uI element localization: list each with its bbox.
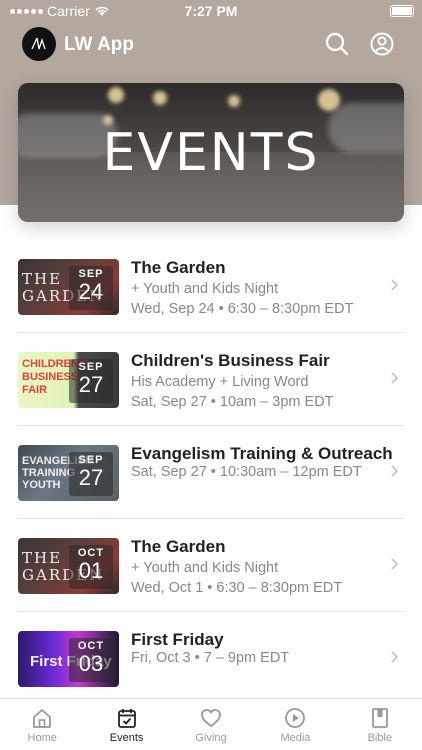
- status-bar: Carrier 7:27 PM: [0, 0, 422, 22]
- event-subtitle: His Academy + Living Word: [131, 374, 309, 390]
- home-icon: [33, 709, 52, 728]
- clock: 7:27 PM: [184, 3, 238, 19]
- event-title: Children's Business Fair: [131, 351, 330, 370]
- event-item[interactable]: First Friday OCT 03 First Friday Fri, Oc…: [0, 612, 422, 705]
- account-icon[interactable]: [369, 31, 395, 57]
- event-thumbnail: THE GARDEN OCT 01: [18, 538, 119, 594]
- logo-mark-icon: [31, 37, 46, 50]
- battery-icon: [390, 5, 414, 17]
- tab-bar: Home Events Giving Media Bible: [0, 698, 422, 750]
- event-thumbnail: CHILDREN'S BUSINESS FAIR SEP 27: [18, 352, 119, 408]
- event-title: Evangelism Training & Outreach: [131, 444, 393, 463]
- events-hero-banner: EVENTS: [18, 83, 404, 222]
- event-item[interactable]: THE GARDEN OCT 01 The Garden + Youth and…: [0, 519, 422, 612]
- hero-title: EVENTS: [102, 123, 320, 183]
- event-subtitle: + Youth and Kids Night: [131, 560, 279, 576]
- event-time: Wed, Oct 1 • 6:30 – 8:30pm EDT: [131, 580, 343, 596]
- event-title: First Friday: [131, 630, 224, 649]
- event-day: 01: [78, 558, 104, 583]
- bokeh-light: [153, 91, 167, 105]
- event-time: Sat, Sep 27 • 10am – 3pm EDT: [131, 394, 334, 410]
- event-date-badge: SEP 27: [69, 452, 113, 496]
- search-icon[interactable]: [324, 31, 350, 57]
- event-date-badge: OCT 03: [69, 638, 113, 682]
- event-thumbnail: THE GARDEN SEP 24: [18, 259, 119, 315]
- chevron-right-icon: [391, 651, 399, 663]
- tab-label: Media: [280, 732, 311, 744]
- app-logo[interactable]: [22, 27, 56, 61]
- bokeh-light: [108, 87, 124, 103]
- event-time: Wed, Sep 24 • 6:30 – 8:30pm EDT: [131, 301, 354, 317]
- event-thumbnail: EVANGELISM TRAINING YOUTH SEP 27: [18, 445, 119, 501]
- heart-icon: [201, 709, 221, 728]
- event-title: The Garden: [131, 537, 226, 556]
- chevron-right-icon: [391, 279, 399, 291]
- event-date-badge: OCT 01: [69, 545, 113, 589]
- event-day: 27: [78, 372, 104, 397]
- event-subtitle: + Youth and Kids Night: [131, 281, 279, 297]
- app-bar: LW App: [0, 25, 422, 63]
- tab-giving[interactable]: Giving: [169, 699, 253, 750]
- event-item[interactable]: CHILDREN'S BUSINESS FAIR SEP 27 Children…: [0, 333, 422, 426]
- event-list: THE GARDEN SEP 24 The Garden + Youth and…: [0, 240, 422, 705]
- chevron-right-icon: [391, 465, 399, 477]
- calendar-icon: [117, 709, 136, 728]
- event-item[interactable]: THE GARDEN SEP 24 The Garden + Youth and…: [0, 240, 422, 333]
- tab-events[interactable]: Events: [84, 699, 168, 750]
- event-date-badge: SEP 27: [69, 359, 113, 403]
- event-time: Sat, Sep 27 • 10:30am – 12pm EDT: [131, 464, 362, 480]
- tab-label: Bible: [367, 732, 393, 744]
- tab-label: Events: [109, 732, 144, 744]
- book-icon: [371, 708, 388, 728]
- event-item[interactable]: EVANGELISM TRAINING YOUTH SEP 27 Evangel…: [0, 426, 422, 519]
- tab-bible[interactable]: Bible: [338, 699, 422, 750]
- event-thumbnail: First Friday OCT 03: [18, 631, 119, 687]
- event-title: The Garden: [131, 258, 226, 277]
- tab-home[interactable]: Home: [0, 699, 84, 750]
- event-day: 03: [78, 651, 104, 676]
- event-time: Fri, Oct 3 • 7 – 9pm EDT: [131, 650, 290, 666]
- event-date-badge: SEP 24: [69, 266, 113, 310]
- event-day: 24: [78, 279, 104, 304]
- chevron-right-icon: [391, 372, 399, 384]
- bokeh-light: [228, 95, 240, 107]
- chevron-right-icon: [391, 558, 399, 570]
- play-icon: [285, 708, 306, 728]
- tab-label: Giving: [195, 732, 227, 744]
- event-day: 27: [78, 465, 104, 490]
- tab-label: Home: [27, 732, 57, 744]
- app-title: LW App: [64, 34, 134, 55]
- tab-media[interactable]: Media: [253, 699, 337, 750]
